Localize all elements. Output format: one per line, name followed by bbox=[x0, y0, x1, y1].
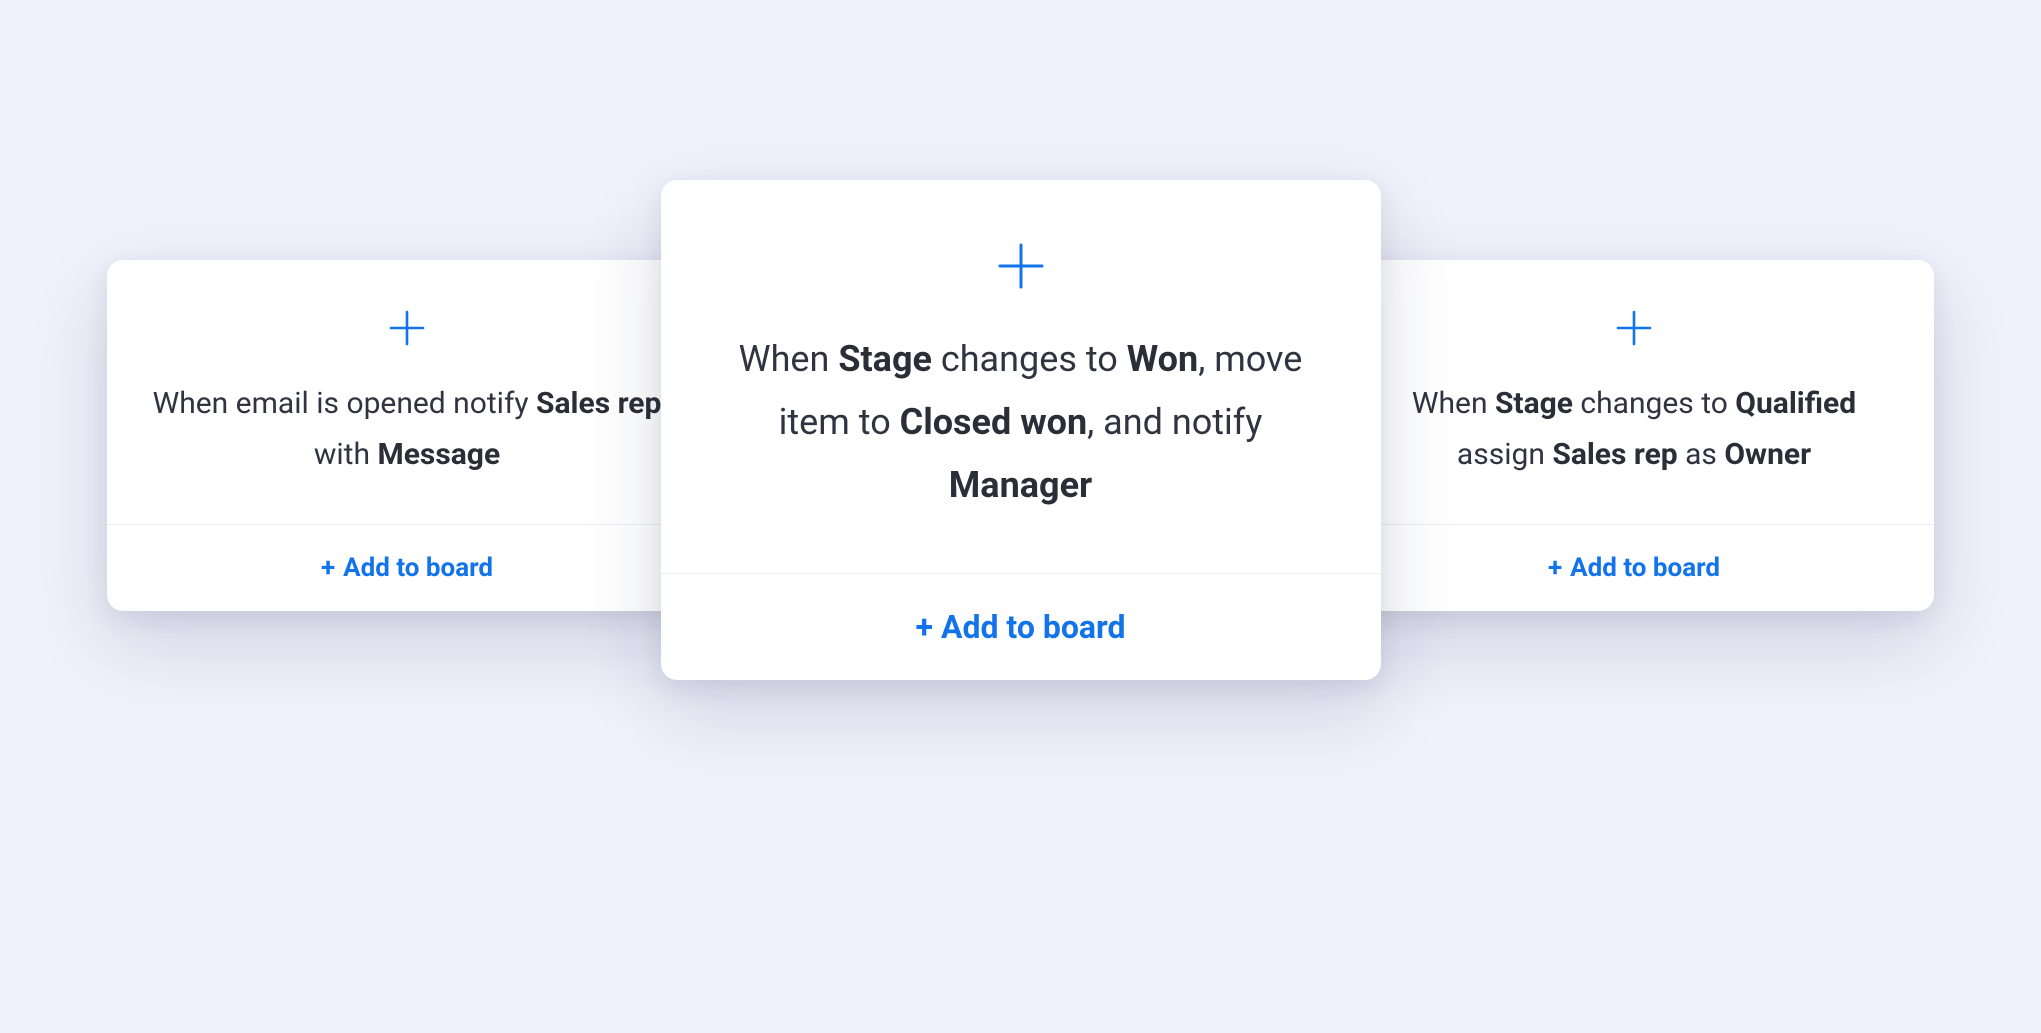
recipe-text: When email is opened notify Sales rep wi… bbox=[151, 378, 663, 480]
recipe-text: When Stage changes to Won, move item to … bbox=[717, 328, 1325, 517]
plus-sign: + bbox=[916, 608, 933, 646]
add-to-board-button[interactable]: + Add to board bbox=[1548, 553, 1720, 583]
add-to-board-label: Add to board bbox=[1570, 553, 1720, 583]
add-to-board-label: Add to board bbox=[343, 553, 493, 583]
card-body: When Stage changes to Qualified assign S… bbox=[1334, 348, 1934, 524]
card-body: When Stage changes to Won, move item to … bbox=[661, 292, 1381, 573]
add-to-board-button[interactable]: + Add to board bbox=[321, 553, 493, 583]
automation-card-right: When Stage changes to Qualified assign S… bbox=[1334, 260, 1934, 611]
card-footer: + Add to board bbox=[1334, 524, 1934, 611]
plus-sign: + bbox=[321, 553, 335, 583]
card-body: When email is opened notify Sales rep wi… bbox=[107, 348, 707, 524]
add-to-board-button[interactable]: + Add to board bbox=[916, 608, 1126, 646]
plus-icon-wrap bbox=[661, 180, 1381, 292]
plus-icon-wrap bbox=[107, 260, 707, 348]
automation-card-left: When email is opened notify Sales rep wi… bbox=[107, 260, 707, 611]
card-footer: + Add to board bbox=[661, 573, 1381, 680]
add-to-board-label: Add to board bbox=[941, 608, 1126, 646]
plus-icon[interactable] bbox=[995, 240, 1047, 292]
recipe-text: When Stage changes to Qualified assign S… bbox=[1378, 378, 1890, 480]
plus-sign: + bbox=[1548, 553, 1562, 583]
plus-icon-wrap bbox=[1334, 260, 1934, 348]
automation-card-center: When Stage changes to Won, move item to … bbox=[661, 180, 1381, 680]
automation-cards-stage: When email is opened notify Sales rep wi… bbox=[0, 0, 2041, 1033]
plus-icon[interactable] bbox=[387, 308, 427, 348]
card-footer: + Add to board bbox=[107, 524, 707, 611]
plus-icon[interactable] bbox=[1614, 308, 1654, 348]
